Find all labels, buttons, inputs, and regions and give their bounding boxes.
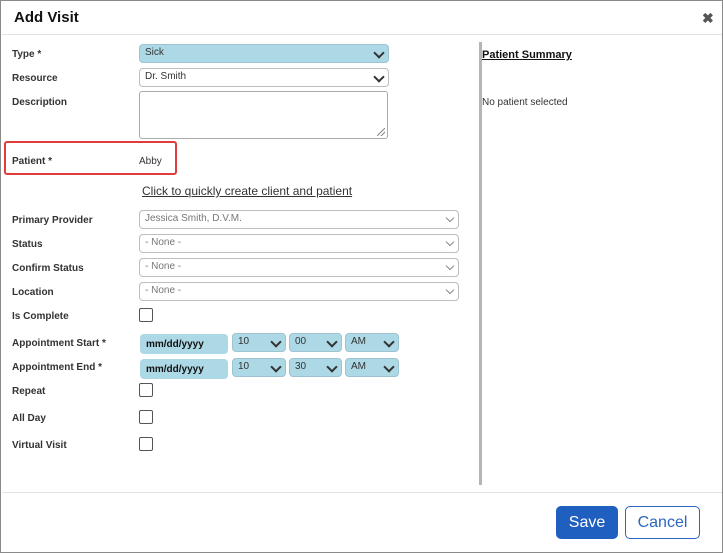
location-select[interactable]: - None - bbox=[139, 282, 459, 301]
chevron-down-icon bbox=[326, 361, 338, 373]
appointment-start-label: Appointment Start * bbox=[12, 338, 106, 349]
appointment-start-minute-value: 00 bbox=[295, 336, 307, 347]
close-icon[interactable]: ✖ bbox=[702, 10, 714, 27]
confirm-status-label: Confirm Status bbox=[12, 263, 84, 274]
location-label: Location bbox=[12, 287, 54, 298]
patient-label: Patient * bbox=[12, 156, 53, 167]
chevron-down-icon bbox=[445, 285, 455, 295]
patient-value[interactable]: Abby bbox=[139, 156, 162, 167]
resource-select[interactable]: Dr. Smith bbox=[139, 68, 389, 87]
appointment-end-hour[interactable]: 10 bbox=[232, 358, 286, 377]
primary-provider-value: Jessica Smith, D.V.M. bbox=[145, 213, 242, 224]
repeat-checkbox[interactable] bbox=[139, 383, 153, 397]
status-value: - None - bbox=[145, 237, 182, 248]
location-value: - None - bbox=[145, 285, 182, 296]
appointment-end-date[interactable]: mm/dd/yyyy bbox=[140, 359, 228, 379]
all-day-label: All Day bbox=[12, 413, 46, 424]
repeat-label: Repeat bbox=[12, 386, 46, 397]
footer-divider bbox=[2, 492, 722, 493]
virtual-visit-label: Virtual Visit bbox=[12, 440, 67, 451]
chevron-down-icon bbox=[373, 47, 385, 59]
chevron-down-icon bbox=[445, 237, 455, 247]
status-select[interactable]: - None - bbox=[139, 234, 459, 253]
header-divider bbox=[2, 34, 722, 35]
resource-label: Resource bbox=[12, 73, 58, 84]
appointment-end-ampm-value: AM bbox=[351, 361, 366, 372]
virtual-visit-checkbox[interactable] bbox=[139, 437, 153, 451]
is-complete-checkbox[interactable] bbox=[139, 308, 153, 322]
description-textarea[interactable] bbox=[139, 91, 388, 139]
appointment-start-hour[interactable]: 10 bbox=[232, 333, 286, 352]
save-button[interactable]: Save bbox=[556, 506, 618, 539]
chevron-down-icon bbox=[270, 361, 282, 373]
appointment-end-ampm[interactable]: AM bbox=[345, 358, 399, 377]
panel-splitter[interactable] bbox=[479, 42, 482, 485]
primary-provider-select[interactable]: Jessica Smith, D.V.M. bbox=[139, 210, 459, 229]
patient-summary-title: Patient Summary bbox=[482, 49, 572, 61]
dialog-title: Add Visit bbox=[14, 9, 79, 26]
appointment-start-hour-value: 10 bbox=[238, 336, 250, 347]
type-select[interactable]: Sick bbox=[139, 44, 389, 63]
chevron-down-icon bbox=[383, 361, 395, 373]
patient-summary-empty: No patient selected bbox=[482, 97, 568, 108]
appointment-end-hour-value: 10 bbox=[238, 361, 250, 372]
add-visit-dialog: Add Visit ✖ Type * Sick Resource Dr. Smi… bbox=[0, 0, 723, 553]
confirm-status-value: - None - bbox=[145, 261, 182, 272]
confirm-status-select[interactable]: - None - bbox=[139, 258, 459, 277]
appointment-end-minute-value: 30 bbox=[295, 361, 307, 372]
appointment-start-ampm[interactable]: AM bbox=[345, 333, 399, 352]
type-label: Type * bbox=[12, 49, 42, 60]
appointment-end-minute[interactable]: 30 bbox=[289, 358, 342, 377]
chevron-down-icon bbox=[326, 336, 338, 348]
chevron-down-icon bbox=[373, 71, 385, 83]
chevron-down-icon bbox=[270, 336, 282, 348]
appointment-end-label: Appointment End * bbox=[12, 362, 102, 373]
description-label: Description bbox=[12, 97, 68, 108]
type-value: Sick bbox=[145, 47, 164, 58]
resource-value: Dr. Smith bbox=[145, 71, 187, 82]
appointment-start-date[interactable]: mm/dd/yyyy bbox=[140, 334, 228, 354]
chevron-down-icon bbox=[445, 261, 455, 271]
is-complete-label: Is Complete bbox=[12, 311, 69, 322]
status-label: Status bbox=[12, 239, 43, 250]
cancel-button[interactable]: Cancel bbox=[625, 506, 700, 539]
chevron-down-icon bbox=[445, 213, 455, 223]
primary-provider-label: Primary Provider bbox=[12, 215, 93, 226]
appointment-start-ampm-value: AM bbox=[351, 336, 366, 347]
appointment-start-minute[interactable]: 00 bbox=[289, 333, 342, 352]
chevron-down-icon bbox=[383, 336, 395, 348]
resize-grip-icon[interactable] bbox=[377, 128, 385, 136]
all-day-checkbox[interactable] bbox=[139, 410, 153, 424]
create-client-patient-link[interactable]: Click to quickly create client and patie… bbox=[142, 184, 352, 198]
